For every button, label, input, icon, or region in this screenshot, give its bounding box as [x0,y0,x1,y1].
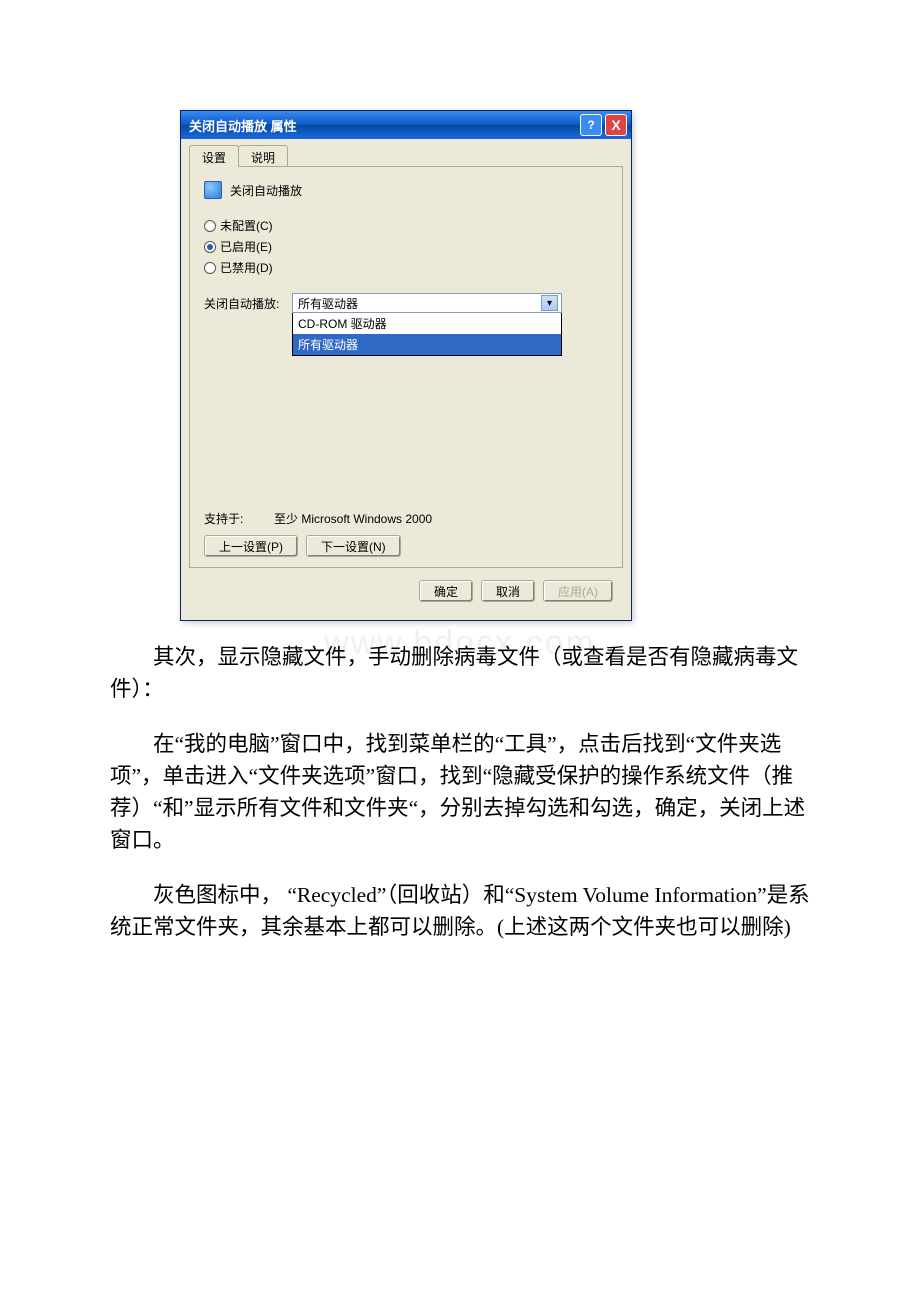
paragraph: 灰色图标中， “Recycled”（回收站）和“System Volume In… [110,879,810,944]
chevron-down-icon[interactable]: ▾ [541,295,558,311]
properties-dialog: 关闭自动播放 属性 ? X 设置 说明 关闭自动播放 未配置(C) [180,110,632,621]
tabstrip: 设置 说明 [189,145,623,167]
radio-label: 未配置(C) [220,217,273,234]
combobox-option[interactable]: CD-ROM 驱动器 [293,313,561,334]
close-icon: X [611,117,620,133]
combobox-selected[interactable]: 所有驱动器 ▾ [292,293,562,313]
dialog-footer: 确定 取消 应用(A) [189,568,623,612]
titlebar-help-button[interactable]: ? [580,114,602,136]
tab-explain[interactable]: 说明 [238,145,288,166]
dropdown-section: 关闭自动播放: 所有驱动器 ▾ CD-ROM 驱动器 所有驱动器 [204,286,608,356]
radio-disabled[interactable]: 已禁用(D) [204,259,608,276]
titlebar-close-button[interactable]: X [605,114,627,136]
radio-label: 已禁用(D) [220,259,273,276]
combobox-value: 所有驱动器 [298,295,358,312]
policy-icon [204,181,222,199]
radio-enabled[interactable]: 已启用(E) [204,238,608,255]
dropdown-label: 关闭自动播放: [204,293,284,312]
policy-header: 关闭自动播放 [204,181,608,199]
radio-icon [204,262,216,274]
next-setting-button[interactable]: 下一设置(N) [306,535,401,557]
ok-button[interactable]: 确定 [419,580,473,602]
radio-icon [204,241,216,253]
tab-settings[interactable]: 设置 [189,145,239,167]
nav-buttons: 上一设置(P) 下一设置(N) [204,535,608,557]
prev-setting-button[interactable]: 上一设置(P) [204,535,298,557]
drive-combobox[interactable]: 所有驱动器 ▾ CD-ROM 驱动器 所有驱动器 [292,293,562,356]
policy-name: 关闭自动播放 [230,182,302,199]
window-title: 关闭自动播放 属性 [189,116,577,135]
paragraph: 在“我的电脑”窗口中，找到菜单栏的“工具”，点击后找到“文件夹选项”，单击进入“… [110,728,810,857]
support-label: 支持于: [204,510,264,527]
support-row: 支持于: 至少 Microsoft Windows 2000 [204,510,608,527]
document-body: 其次，显示隐藏文件，手动删除病毒文件（或查看是否有隐藏病毒文件）： 在“我的电脑… [110,641,810,943]
radio-icon [204,220,216,232]
cancel-button[interactable]: 取消 [481,580,535,602]
apply-button[interactable]: 应用(A) [543,580,613,602]
radio-not-configured[interactable]: 未配置(C) [204,217,608,234]
combobox-option[interactable]: 所有驱动器 [293,334,561,355]
tab-panel-settings: 关闭自动播放 未配置(C) 已启用(E) 已禁用(D) 关闭自动播放: [189,167,623,568]
combobox-list: CD-ROM 驱动器 所有驱动器 [292,313,562,356]
titlebar[interactable]: 关闭自动播放 属性 ? X [181,111,631,139]
radio-label: 已启用(E) [220,238,272,255]
paragraph: 其次，显示隐藏文件，手动删除病毒文件（或查看是否有隐藏病毒文件）： [110,641,810,706]
dialog-body: 设置 说明 关闭自动播放 未配置(C) 已启用(E) 已禁用 [181,139,631,620]
panel-spacer [204,356,608,500]
question-icon: ? [587,118,594,132]
support-value: 至少 Microsoft Windows 2000 [274,510,432,527]
